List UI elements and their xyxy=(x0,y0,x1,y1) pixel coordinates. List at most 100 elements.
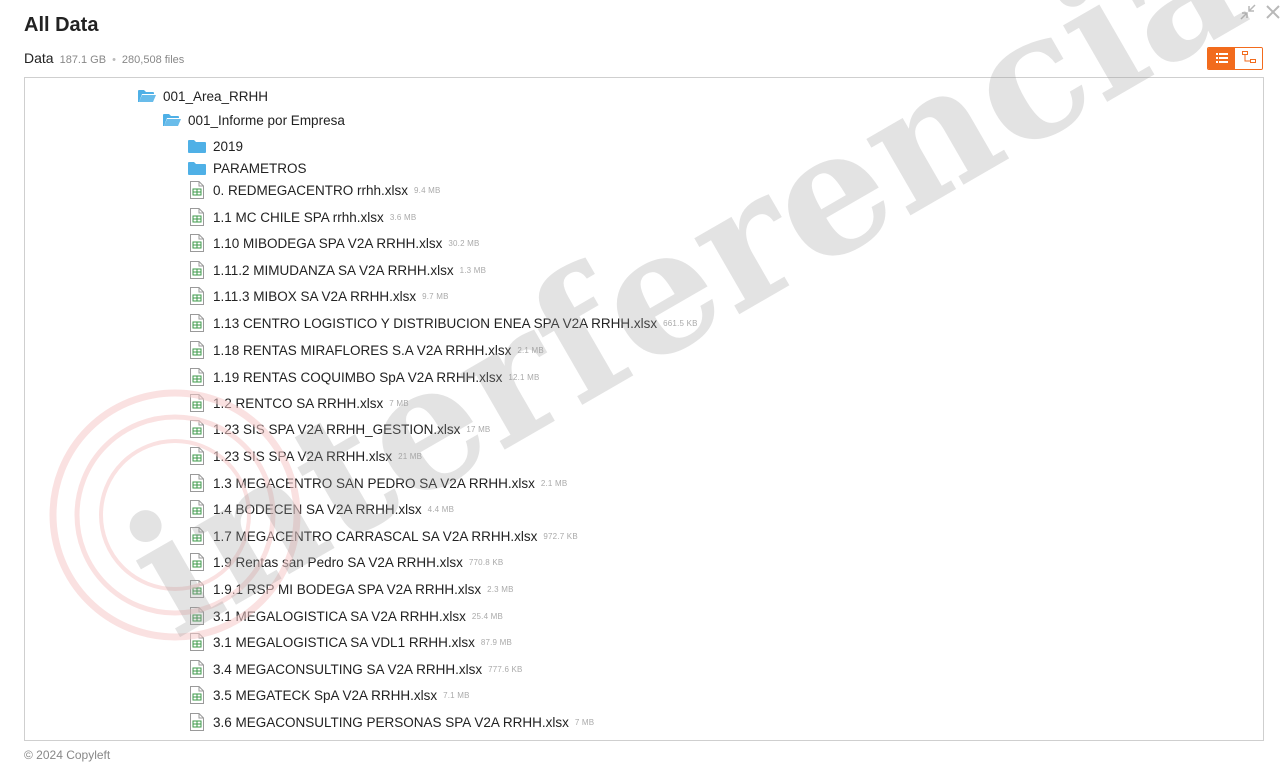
tree-item-size: 9.4 MB xyxy=(414,185,441,195)
collapse-icon[interactable] xyxy=(1240,4,1256,20)
spreadsheet-file-icon xyxy=(188,261,206,279)
tree-file[interactable]: 1.10 MIBODEGA SPA V2A RRHH.xlsx 30.2 MB xyxy=(188,233,480,253)
spreadsheet-file-icon xyxy=(188,474,206,492)
tree-item-size: 7 MB xyxy=(574,717,595,727)
tree-file[interactable]: 1.18 RENTAS MIRAFLORES S.A V2A RRHH.xlsx… xyxy=(188,340,544,360)
tree-folder[interactable]: PARAMETROS xyxy=(188,158,307,178)
tree-item-name: 001_Area_RRHH xyxy=(163,88,269,104)
spreadsheet-file-icon xyxy=(188,607,206,625)
tree-item-name: 2019 xyxy=(213,138,244,154)
spreadsheet-file-icon xyxy=(188,208,206,226)
tree-item-size: 25.4 MB xyxy=(471,611,504,621)
tree-folder[interactable]: 2019 xyxy=(188,136,243,156)
page-title: All Data xyxy=(24,14,99,36)
tree-item-name: 1.7 MEGACENTRO CARRASCAL SA V2A RRHH.xls… xyxy=(213,528,538,544)
tree-item-name: 1.11.2 MIMUDANZA SA V2A RRHH.xlsx xyxy=(213,262,454,278)
tree-item-name: 3.5 MEGATECK SpA V2A RRHH.xlsx xyxy=(213,687,438,703)
tree-file[interactable]: 1.11.3 MIBOX SA V2A RRHH.xlsx 9.7 MB xyxy=(188,286,449,306)
spreadsheet-file-icon xyxy=(188,660,206,678)
tree-item-name: 1.18 RENTAS MIRAFLORES S.A V2A RRHH.xlsx xyxy=(213,342,512,358)
list-icon xyxy=(1215,50,1228,68)
tree-folder[interactable]: 001_Area_RRHH xyxy=(138,86,268,106)
tree-file[interactable]: 1.1 MC CHILE SPA rrhh.xlsx 3.6 MB xyxy=(188,207,416,227)
tree-file[interactable]: 3.4 MEGACONSULTING SA V2A RRHH.xlsx 777.6… xyxy=(188,659,523,679)
tree-item-name: 3.1 MEGALOGISTICA SA V2A RRHH.xlsx xyxy=(213,608,466,624)
tree-item-size: 2.1 MB xyxy=(540,478,568,488)
tree-item-name: 1.4 BODECEN SA V2A RRHH.xlsx xyxy=(213,501,422,517)
tree-item-name: 3.4 MEGACONSULTING SA V2A RRHH.xlsx xyxy=(213,661,483,677)
dataset-summary: Data 187.1 GB • 280,508 files xyxy=(24,50,184,66)
close-icon[interactable] xyxy=(1266,5,1280,19)
tree-item-name: 001_Informe por Empresa xyxy=(188,112,345,128)
tree-item-size: 3.6 MB xyxy=(389,212,417,222)
tree-file[interactable]: 1.9.1 RSP MI BODEGA SPA V2A RRHH.xlsx 2.3… xyxy=(188,579,514,599)
spreadsheet-file-icon xyxy=(188,713,206,731)
tree-item-name: 1.3 MEGACENTRO SAN PEDRO SA V2A RRHH.xls… xyxy=(213,475,535,491)
tree-item-size: 12.1 MB xyxy=(508,372,540,382)
tree-item-name: PARAMETROS xyxy=(213,160,307,176)
separator-dot: • xyxy=(112,54,116,66)
dataset-name: Data xyxy=(24,50,54,66)
folder-icon xyxy=(188,159,206,177)
spreadsheet-file-icon xyxy=(188,287,206,305)
tree-item-size: 7 MB xyxy=(389,398,409,408)
tree-folder[interactable]: 001_Informe por Empresa xyxy=(163,110,345,130)
list-view-button[interactable] xyxy=(1208,48,1235,69)
tree-icon xyxy=(1241,50,1256,68)
tree-item-size: 2.3 MB xyxy=(487,584,514,594)
folder-open-icon xyxy=(138,87,156,105)
spreadsheet-file-icon xyxy=(188,553,206,571)
file-tree-panel[interactable]: 001_Area_RRHH 001_Informe por Empresa 2019… xyxy=(24,77,1264,741)
tree-item-size: 661.5 KB xyxy=(663,318,698,328)
spreadsheet-file-icon xyxy=(188,234,206,252)
spreadsheet-file-icon xyxy=(188,181,206,199)
tree-file[interactable]: 1.3 MEGACENTRO SAN PEDRO SA V2A RRHH.xls… xyxy=(188,473,567,493)
spreadsheet-file-icon xyxy=(188,527,206,545)
tree-file[interactable]: 3.1 MEGALOGISTICA SA V2A RRHH.xlsx 25.4 M… xyxy=(188,606,503,626)
tree-item-size: 770.8 KB xyxy=(468,557,504,567)
tree-item-size: 972.7 KB xyxy=(543,531,578,541)
tree-file[interactable]: 3.1 MEGALOGISTICA SA VDL1 RRHH.xlsx 87.9 … xyxy=(188,632,512,652)
tree-item-name: 1.11.3 MIBOX SA V2A RRHH.xlsx xyxy=(213,288,417,304)
tree-file[interactable]: 1.23 SIS SPA V2A RRHH.xlsx 21 MB xyxy=(188,446,422,466)
tree-file[interactable]: 1.2 RENTCO SA RRHH.xlsx 7 MB xyxy=(188,393,409,413)
tree-item-size: 87.9 MB xyxy=(480,637,513,647)
tree-file[interactable]: 1.4 BODECEN SA V2A RRHH.xlsx 4.4 MB xyxy=(188,499,454,519)
tree-file[interactable]: 1.19 RENTAS COQUIMBO SpA V2A RRHH.xlsx 12… xyxy=(188,367,540,387)
tree-file[interactable]: 1.9 Rentas san Pedro SA V2A RRHH.xlsx 770… xyxy=(188,552,503,572)
tree-item-size: 21 MB xyxy=(398,451,423,461)
tree-item-name: 1.2 RENTCO SA RRHH.xlsx xyxy=(213,395,384,411)
tree-file[interactable]: 1.23 SIS SPA V2A RRHH_GESTION.xlsx 17 MB xyxy=(188,419,490,439)
tree-item-size: 17 MB xyxy=(466,424,491,434)
tree-item-name: 1.1 MC CHILE SPA rrhh.xlsx xyxy=(213,209,384,225)
tree-file[interactable]: 1.13 CENTRO LOGISTICO Y DISTRIBUCION ENE… xyxy=(188,313,698,333)
tree-file[interactable]: 3.6 MEGACONSULTING PERSONAS SPA V2A RRHH… xyxy=(188,712,594,732)
tree-file[interactable]: 1.11.2 MIMUDANZA SA V2A RRHH.xlsx 1.3 MB xyxy=(188,260,486,280)
tree-item-name: 1.23 SIS SPA V2A RRHH_GESTION.xlsx xyxy=(213,421,461,437)
footer-copyright: © 2024 Copyleft xyxy=(24,748,111,762)
tree-item-name: 1.9 Rentas san Pedro SA V2A RRHH.xlsx xyxy=(213,554,463,570)
tree-item-name: 3.6 MEGACONSULTING PERSONAS SPA V2A RRHH… xyxy=(213,714,569,730)
spreadsheet-file-icon xyxy=(188,447,206,465)
tree-file[interactable]: 0. REDMEGACENTRO rrhh.xlsx 9.4 MB xyxy=(188,180,441,200)
tree-item-name: 1.23 SIS SPA V2A RRHH.xlsx xyxy=(213,448,393,464)
spreadsheet-file-icon xyxy=(188,633,206,651)
dataset-file-count: 280,508 files xyxy=(121,54,185,66)
folder-icon xyxy=(188,137,206,155)
folder-open-icon xyxy=(163,111,181,129)
tree-item-name: 0. REDMEGACENTRO rrhh.xlsx xyxy=(213,182,409,198)
spreadsheet-file-icon xyxy=(188,368,206,386)
tree-item-name: 1.9.1 RSP MI BODEGA SPA V2A RRHH.xlsx xyxy=(213,581,482,597)
tree-item-size: 7.1 MB xyxy=(443,690,470,700)
tree-file[interactable]: 1.7 MEGACENTRO CARRASCAL SA V2A RRHH.xls… xyxy=(188,526,578,546)
tree-item-name: 1.19 RENTAS COQUIMBO SpA V2A RRHH.xlsx xyxy=(213,369,503,385)
spreadsheet-file-icon xyxy=(188,314,206,332)
dataset-size: 187.1 GB xyxy=(59,54,107,66)
tree-file[interactable]: 3.5 MEGATECK SpA V2A RRHH.xlsx 7.1 MB xyxy=(188,685,470,705)
spreadsheet-file-icon xyxy=(188,341,206,359)
tree-view-button[interactable] xyxy=(1235,48,1262,69)
spreadsheet-file-icon xyxy=(188,686,206,704)
spreadsheet-file-icon xyxy=(188,394,206,412)
tree-item-size: 777.6 KB xyxy=(488,664,523,674)
tree-item-size: 4.4 MB xyxy=(427,504,455,514)
